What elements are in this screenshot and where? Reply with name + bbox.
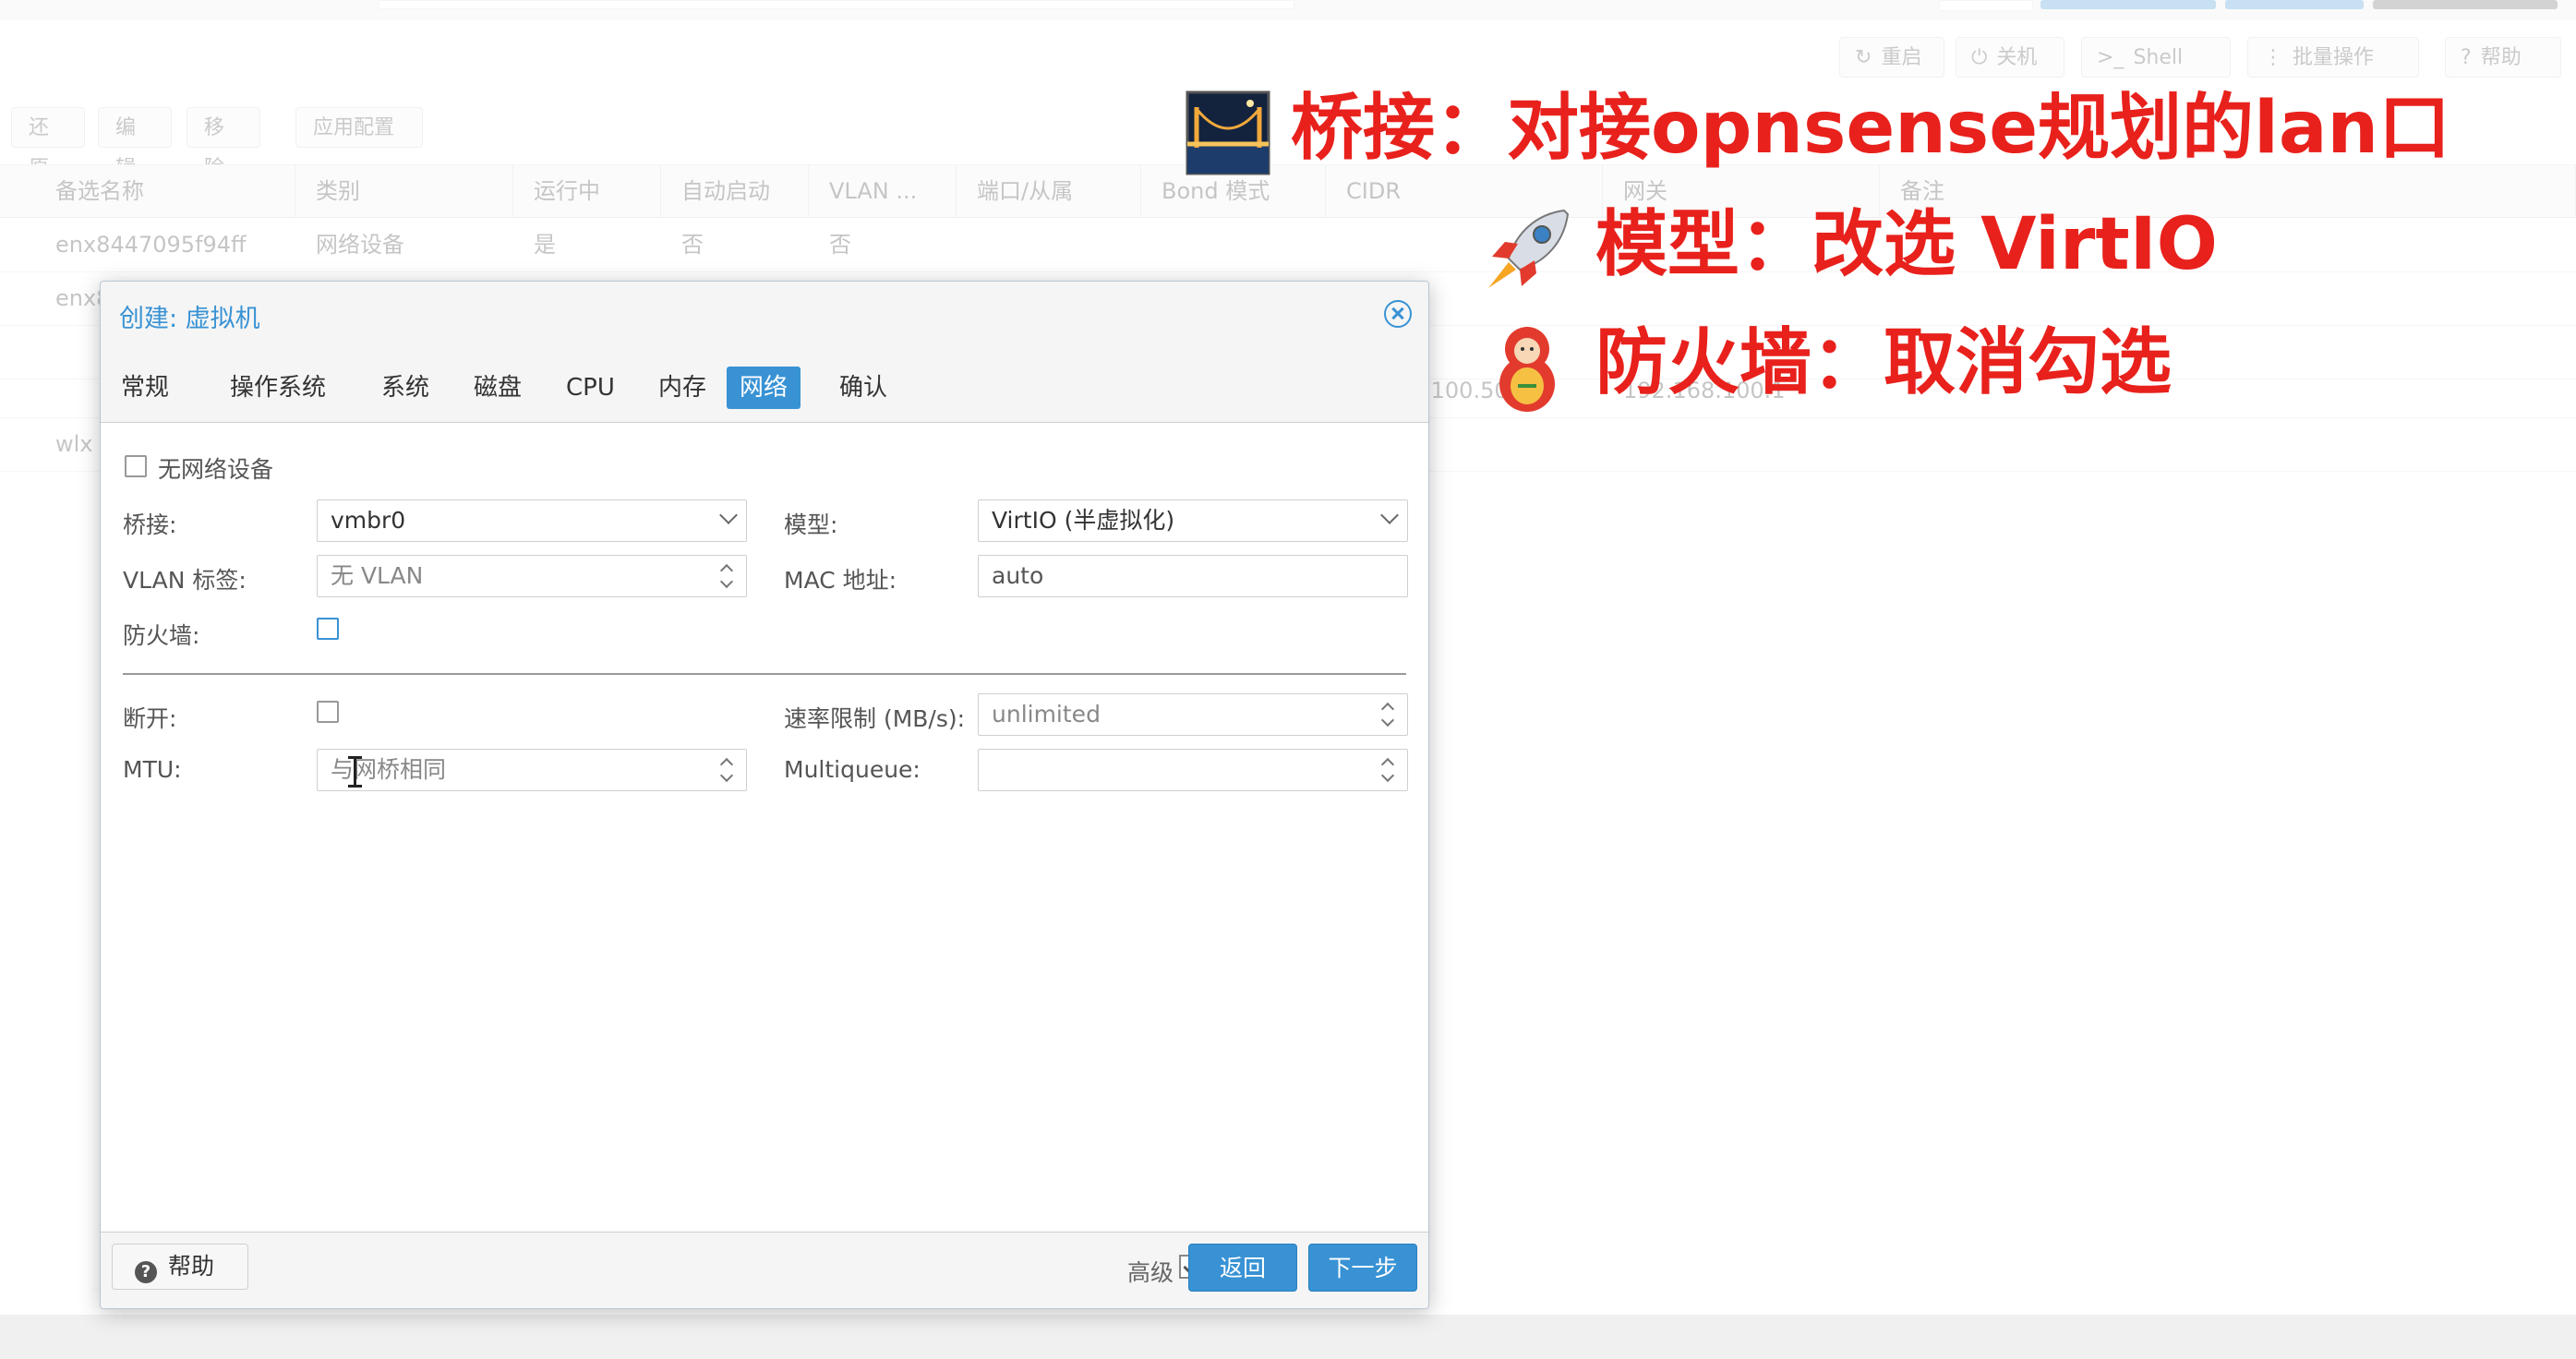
- mtu-label: MTU:: [123, 756, 182, 783]
- chevron-down-icon[interactable]: [1380, 506, 1399, 524]
- row-vlan: 否: [829, 232, 851, 258]
- dialog-header: 创建: 虚拟机: [101, 282, 1428, 356]
- power-icon: ⏻: [1971, 46, 1988, 69]
- tab-disk[interactable]: 磁盘: [461, 367, 535, 409]
- remove-button[interactable]: 移除: [187, 107, 260, 180]
- spinner-arrows-icon[interactable]: [720, 560, 733, 592]
- annotation-firewall: 防火墙：取消勾选: [1481, 305, 2172, 414]
- help-icon: ?: [2461, 46, 2472, 69]
- chevron-down-icon[interactable]: [719, 506, 738, 524]
- top-button-dark[interactable]: [2373, 0, 2558, 9]
- mac-address-input[interactable]: auto: [978, 555, 1408, 597]
- row-active: 是: [534, 232, 556, 258]
- top-control[interactable]: [1939, 0, 2033, 11]
- rate-placeholder: unlimited: [992, 701, 1101, 728]
- next-button[interactable]: 下一步: [1308, 1244, 1417, 1292]
- revert-button[interactable]: 还原: [11, 107, 85, 180]
- col-vlan[interactable]: VLAN ...: [809, 165, 957, 217]
- no-network-checkbox[interactable]: [125, 455, 147, 477]
- bridge-icon: [1186, 90, 1270, 175]
- disconnect-checkbox[interactable]: [317, 701, 339, 723]
- tab-general[interactable]: 常规: [108, 367, 182, 409]
- terminal-icon: >_: [2097, 46, 2125, 69]
- spinner-arrows-icon[interactable]: [1381, 754, 1394, 786]
- network-panel: 无网络设备 桥接: vmbr0 模型: VirtIO (半虚拟化) VLAN 标…: [101, 422, 1428, 1234]
- mac-label: MAC 地址:: [784, 567, 897, 594]
- bridge-select[interactable]: vmbr0: [317, 499, 747, 542]
- model-value: VirtIO (半虚拟化): [992, 507, 1175, 534]
- model-label: 模型:: [784, 511, 838, 538]
- advanced-divider: [123, 673, 1406, 675]
- bottom-strip: [0, 1315, 2576, 1359]
- rocket-icon: [1481, 205, 1573, 294]
- rate-limit-spinner[interactable]: unlimited: [978, 693, 1408, 736]
- apply-config-button[interactable]: 应用配置: [295, 107, 423, 148]
- no-network-label: 无网络设备: [158, 456, 274, 483]
- tab-system[interactable]: 系统: [368, 367, 442, 409]
- row-autostart: 否: [681, 232, 704, 258]
- tab-memory[interactable]: 内存: [645, 367, 719, 409]
- help-button[interactable]: ? 帮助: [112, 1244, 248, 1290]
- vlan-tag-spinner[interactable]: 无 VLAN: [317, 555, 747, 597]
- close-icon[interactable]: [1384, 300, 1412, 328]
- rate-limit-label: 速率限制 (MB/s):: [784, 705, 966, 732]
- row-type: 网络设备: [316, 232, 404, 258]
- browser-top-bar: [0, 0, 2576, 20]
- col-active[interactable]: 运行中: [513, 165, 661, 217]
- col-ports[interactable]: 端口/从属: [957, 165, 1141, 217]
- tab-network[interactable]: 网络: [727, 367, 801, 409]
- annotation-model: 模型：改选 VirtIO: [1481, 186, 2218, 294]
- reload-icon: ↻: [1855, 46, 1872, 69]
- col-name[interactable]: 备选名称: [35, 165, 295, 217]
- text-cursor-icon: [348, 756, 362, 788]
- multiqueue-label: Multiqueue:: [784, 756, 921, 783]
- advanced-label: 高级: [1126, 1259, 1174, 1286]
- vlan-placeholder: 无 VLAN: [331, 562, 424, 589]
- dialog-footer: ? 帮助 高级 返回 下一步: [101, 1232, 1428, 1308]
- edit-button[interactable]: 编辑: [98, 107, 172, 180]
- dialog-title: 创建: 虚拟机: [119, 305, 260, 333]
- menu-icon: ⋮: [2263, 46, 2283, 69]
- vlan-label: VLAN 标签:: [123, 567, 247, 594]
- tab-confirm[interactable]: 确认: [826, 367, 900, 409]
- create-vm-dialog: 创建: 虚拟机 常规 操作系统 系统 磁盘 CPU 内存 网络 确认 无网络设备…: [100, 281, 1429, 1309]
- firewall-label: 防火墙:: [123, 622, 200, 649]
- tab-os[interactable]: 操作系统: [217, 367, 339, 409]
- multiqueue-spinner[interactable]: [978, 749, 1408, 791]
- col-type[interactable]: 类别: [295, 165, 513, 217]
- wizard-tabs: 常规 操作系统 系统 磁盘 CPU 内存 网络 确认: [101, 355, 1428, 423]
- mtu-placeholder: 与网桥相同: [331, 756, 447, 783]
- top-button-blue-2[interactable]: [2225, 0, 2364, 9]
- tab-cpu[interactable]: CPU: [553, 367, 628, 409]
- spinner-arrows-icon[interactable]: [720, 754, 733, 786]
- help-button-label: 帮助: [168, 1253, 215, 1280]
- bridge-value: vmbr0: [331, 507, 406, 534]
- top-button-blue-1[interactable]: [2040, 0, 2216, 9]
- address-bar[interactable]: [379, 0, 1294, 9]
- row-name: enx8447095f94ff: [55, 232, 247, 258]
- col-autostart[interactable]: 自动启动: [661, 165, 809, 217]
- mtu-spinner[interactable]: 与网桥相同: [317, 749, 747, 791]
- disconnect-label: 断开:: [123, 705, 177, 732]
- back-button[interactable]: 返回: [1188, 1244, 1297, 1292]
- bridge-label: 桥接:: [123, 511, 177, 538]
- annotation-bridge: 桥接：对接opnsense规划的lan口: [1186, 70, 2450, 175]
- mac-value: auto: [992, 562, 1044, 589]
- model-select[interactable]: VirtIO (半虚拟化): [978, 499, 1408, 542]
- spinner-arrows-icon[interactable]: [1381, 699, 1394, 730]
- firewall-checkbox[interactable]: [317, 618, 339, 640]
- help-button-top[interactable]: ? 帮助: [2445, 37, 2561, 78]
- nesting-doll-icon: [1481, 321, 1573, 414]
- row-name: wlx: [55, 431, 93, 457]
- help-icon: ?: [135, 1261, 157, 1283]
